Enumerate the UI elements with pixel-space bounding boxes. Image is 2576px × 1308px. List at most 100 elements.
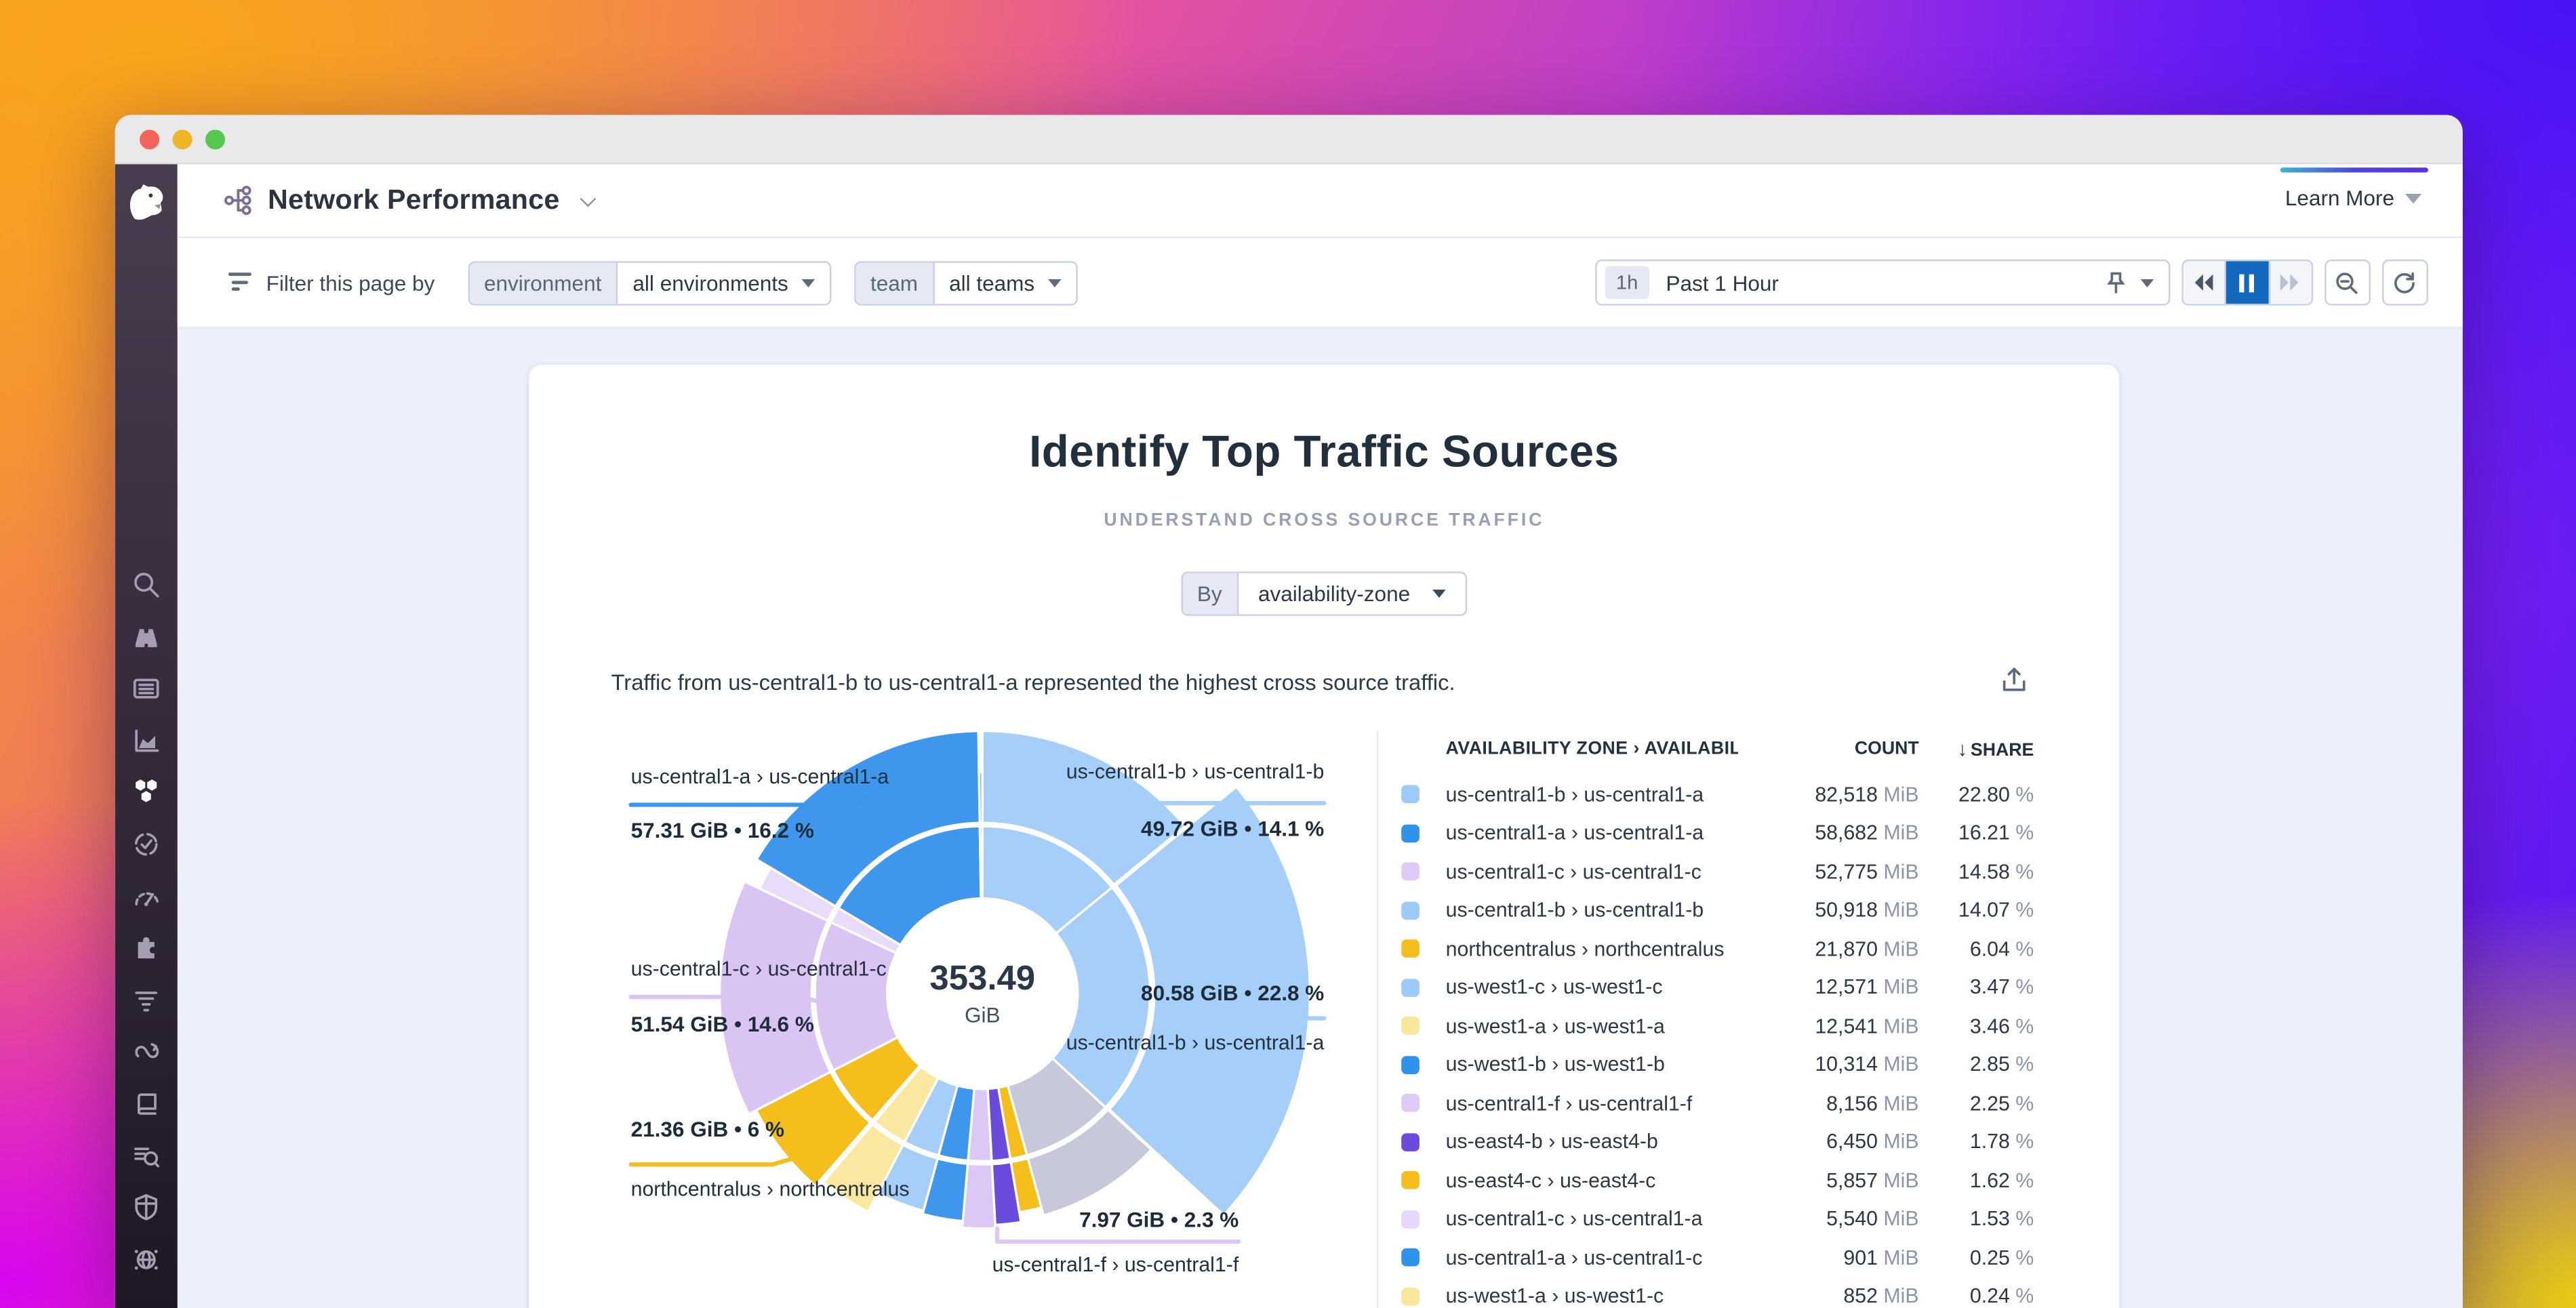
monitors-icon[interactable] xyxy=(132,830,161,859)
zone-pair-cell: us-east4-c › us-east4-c xyxy=(1446,1169,1738,1192)
security-shield-icon[interactable] xyxy=(132,1192,161,1222)
logs-pipeline-icon[interactable] xyxy=(132,985,161,1015)
export-icon[interactable] xyxy=(1998,663,2030,696)
zone-pair-cell: us-west1-b › us-west1-b xyxy=(1446,1053,1738,1076)
count-cell: 8,156 MiB xyxy=(1738,1092,1919,1115)
environment-filter[interactable]: environment all environments xyxy=(468,260,831,304)
table-row[interactable]: us-east4-c › us-east4-c5,857 MiB1.62 % xyxy=(1398,1161,2038,1200)
sidebar: ? xyxy=(115,164,178,1308)
zone-pair-cell: us-central1-b › us-central1-b xyxy=(1446,899,1738,922)
callout-top-left: us-central1-a › us-central1-a 57.31 GiB … xyxy=(631,767,889,840)
table-row[interactable]: us-central1-a › us-central1-a58,682 MiB1… xyxy=(1398,814,2038,853)
table-row[interactable]: us-west1-a › us-west1-c852 MiB0.24 % xyxy=(1398,1277,2038,1308)
table-row[interactable]: us-west1-b › us-west1-b10,314 MiB2.85 % xyxy=(1398,1046,2038,1084)
refresh-button[interactable] xyxy=(2381,260,2428,306)
zone-pair-cell: us-central1-a › us-central1-c xyxy=(1446,1246,1738,1269)
count-cell: 5,857 MiB xyxy=(1738,1169,1919,1192)
environment-filter-value: all environments xyxy=(632,270,788,295)
minimize-window-button[interactable] xyxy=(172,129,192,148)
zone-pair-cell: northcentralus › northcentralus xyxy=(1446,937,1738,960)
fast-forward-button[interactable] xyxy=(2268,261,2311,304)
series-color-swatch xyxy=(1401,863,1420,881)
filter-bar: Filter this page by environment all envi… xyxy=(178,238,2462,328)
series-color-swatch xyxy=(1401,1095,1420,1113)
series-color-swatch xyxy=(1401,1133,1420,1151)
table-row[interactable]: us-west1-c › us-west1-c12,571 MiB3.47 % xyxy=(1398,968,2038,1007)
time-playback-controls xyxy=(2181,260,2313,306)
table-row[interactable]: us-central1-b › us-central1-b50,918 MiB1… xyxy=(1398,891,2038,930)
sunburst-segment[interactable] xyxy=(980,826,982,899)
table-row[interactable]: northcentralus › northcentralus21,870 Mi… xyxy=(1398,930,2038,968)
pause-button[interactable] xyxy=(2226,261,2268,304)
desktop-background: ? Network Performance Learn More xyxy=(0,0,2576,1308)
table-body: us-central1-b › us-central1-a82,518 MiB 2… xyxy=(1398,775,2119,1308)
apm-gauge-icon[interactable] xyxy=(132,882,161,912)
table-row[interactable]: us-central1-f › us-central1-f8,156 MiB2.… xyxy=(1398,1084,2038,1122)
count-cell: 12,571 MiB xyxy=(1738,976,1919,999)
count-cell: 10,314 MiB xyxy=(1738,1053,1919,1076)
callout-bottom-right: 7.97 GiB • 2.3 % us-central1-f › us-cent… xyxy=(992,1209,1239,1275)
close-window-button[interactable] xyxy=(140,129,159,148)
summary-text: Traffic from us-central1-b to us-central… xyxy=(611,670,1455,695)
environment-filter-key: environment xyxy=(469,262,618,304)
synthetics-icon[interactable] xyxy=(132,1038,161,1068)
dropdown-triangle-icon xyxy=(2140,279,2153,287)
table-row[interactable]: us-central1-c › us-central1-a5,540 MiB1.… xyxy=(1398,1200,2038,1238)
network-performance-icon xyxy=(222,184,254,216)
series-color-swatch xyxy=(1401,1172,1420,1190)
series-color-swatch xyxy=(1401,1056,1420,1074)
zone-pair-cell: us-central1-c › us-central1-a xyxy=(1446,1208,1738,1231)
time-range-badge: 1h xyxy=(1605,266,1649,299)
sunburst-segment[interactable] xyxy=(979,772,982,823)
network-globe-icon[interactable] xyxy=(132,1245,161,1275)
table-row[interactable]: us-west1-a › us-west1-a12,541 MiB3.46 % xyxy=(1398,1007,2038,1046)
datadog-logo-icon[interactable] xyxy=(115,164,178,239)
app-window: ? Network Performance Learn More xyxy=(115,115,2462,1308)
count-cell: 82,518 MiB xyxy=(1738,783,1919,806)
page-title: Network Performance xyxy=(268,184,560,216)
metrics-icon[interactable] xyxy=(132,726,161,756)
group-by-key: By xyxy=(1182,573,1239,615)
table-row[interactable]: us-central1-a › us-central1-c901 MiB0.25… xyxy=(1398,1238,2038,1277)
zoom-out-button[interactable] xyxy=(2324,260,2370,306)
table-row[interactable]: us-east4-b › us-east4-b6,450 MiB1.78 % xyxy=(1398,1122,2038,1161)
share-cell: 2.25 % xyxy=(1919,1092,2034,1115)
time-range-selector[interactable]: 1h Past 1 Hour xyxy=(1594,260,2169,306)
dashboards-icon[interactable] xyxy=(132,674,161,703)
series-color-swatch xyxy=(1401,785,1420,804)
table-row[interactable]: us-central1-c › us-central1-c52,775 MiB1… xyxy=(1398,853,2038,891)
app-header: Network Performance Learn More xyxy=(178,164,2462,238)
rewind-button[interactable] xyxy=(2183,261,2226,304)
watchdog-binoculars-icon[interactable] xyxy=(132,621,161,651)
series-color-swatch xyxy=(1401,940,1420,958)
share-cell: 0.25 % xyxy=(1919,1246,2034,1269)
chevron-down-icon[interactable] xyxy=(580,190,596,206)
group-by-selector[interactable]: By availability-zone xyxy=(1181,571,1468,615)
column-header-zone[interactable]: AVAILABILITY ZONE › AVAILABILITY… xyxy=(1401,739,1738,759)
integrations-puzzle-icon[interactable] xyxy=(132,933,161,963)
team-filter[interactable]: team all teams xyxy=(854,260,1077,304)
table-row[interactable]: us-central1-b › us-central1-a82,518 MiB2… xyxy=(1398,775,2038,814)
dropdown-triangle-icon xyxy=(1048,279,1061,287)
zoom-window-button[interactable] xyxy=(205,129,225,148)
notebooks-icon[interactable] xyxy=(132,1089,161,1119)
zone-pair-cell: us-central1-a › us-central1-a xyxy=(1446,821,1738,844)
search-icon[interactable] xyxy=(132,570,161,600)
pin-icon[interactable] xyxy=(2104,270,2140,295)
count-cell: 58,682 MiB xyxy=(1738,821,1919,844)
share-cell: 0.24 % xyxy=(1919,1285,2034,1308)
table-header-row: AVAILABILITY ZONE › AVAILABILITY… COUNT … xyxy=(1398,731,2038,763)
log-search-icon[interactable] xyxy=(132,1141,161,1171)
series-color-swatch xyxy=(1401,824,1420,842)
learn-more-button[interactable]: Learn More xyxy=(2280,167,2428,210)
card-subtitle: UNDERSTAND CROSS SOURCE TRAFFIC xyxy=(529,511,2119,531)
page-content: Identify Top Traffic Sources UNDERSTAND … xyxy=(178,329,2462,1308)
column-header-count[interactable]: COUNT xyxy=(1738,739,1919,759)
series-color-swatch xyxy=(1401,1248,1420,1267)
series-color-swatch xyxy=(1401,1017,1420,1036)
zone-pair-cell: us-central1-b › us-central1-a xyxy=(1446,783,1738,806)
infrastructure-icon[interactable] xyxy=(132,777,161,806)
zone-pair-cell: us-west1-a › us-west1-c xyxy=(1446,1285,1738,1308)
callout-bottom-left: 21.36 GiB • 6 % northcentralus › northce… xyxy=(631,1118,910,1200)
column-header-share[interactable]: ↓SHARE xyxy=(1919,737,2034,760)
